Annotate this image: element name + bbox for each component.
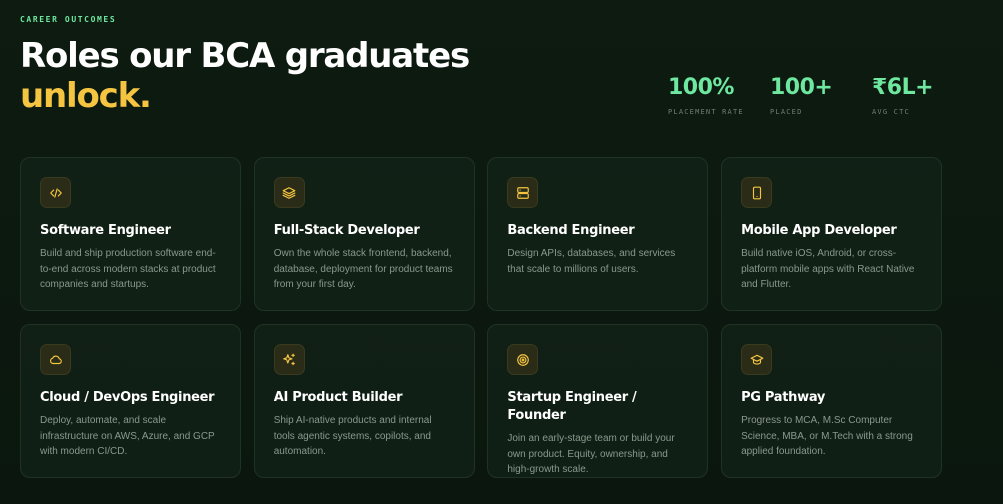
role-card-backend-engineer[interactable]: Backend Engineer Design APIs, databases,… bbox=[487, 157, 709, 311]
graduation-cap-icon bbox=[741, 344, 773, 375]
server-icon bbox=[507, 177, 539, 208]
role-description: Ship AI-native products and internal too… bbox=[273, 415, 432, 457]
smartphone-icon bbox=[741, 177, 773, 208]
role-description: Design APIs, databases, and services tha… bbox=[507, 248, 676, 275]
section-eyebrow: CAREER OUTCOMES bbox=[20, 15, 117, 24]
target-icon bbox=[507, 344, 539, 375]
role-title: AI Product Builder bbox=[273, 390, 403, 405]
role-title: Software Engineer bbox=[40, 223, 171, 238]
role-description: Deploy, automate, and scale infrastructu… bbox=[40, 415, 215, 457]
stat-value: 100% bbox=[668, 75, 734, 100]
role-title: Startup Engineer / Founder bbox=[507, 390, 637, 423]
stat-placed: 100+ PLACED bbox=[770, 74, 872, 116]
career-outcomes-section: CAREER OUTCOMES Roles our BCA graduates … bbox=[0, 0, 1003, 504]
role-description: Progress to MCA, M.Sc Computer Science, … bbox=[741, 415, 913, 457]
role-title: Full-Stack Developer bbox=[273, 223, 420, 238]
stat-value: ₹6L+ bbox=[872, 75, 934, 100]
role-title: Mobile App Developer bbox=[741, 223, 897, 238]
role-title: PG Pathway bbox=[741, 390, 826, 405]
stat-label: PLACED bbox=[770, 108, 803, 116]
role-description: Build native iOS, Android, or cross-plat… bbox=[741, 248, 915, 290]
heading-line-2: unlock. bbox=[20, 76, 152, 116]
stat-value: 100+ bbox=[770, 75, 833, 100]
code-icon bbox=[40, 177, 71, 208]
role-card-ai-product-builder[interactable]: AI Product Builder Ship AI-native produc… bbox=[253, 324, 475, 478]
sparkles-icon bbox=[273, 344, 305, 375]
stat-avg-ctc: ₹6L+ AVG CTC bbox=[872, 74, 974, 116]
stat-label: AVG CTC bbox=[872, 108, 910, 116]
roles-grid: Software Engineer Build and ship product… bbox=[20, 157, 943, 478]
role-description: Own the whole stack frontend, backend, d… bbox=[273, 248, 453, 290]
role-card-full-stack-developer[interactable]: Full-Stack Developer Own the whole stack… bbox=[253, 157, 475, 311]
role-card-pg-pathway[interactable]: PG Pathway Progress to MCA, M.Sc Compute… bbox=[721, 324, 943, 478]
layers-icon bbox=[273, 177, 305, 208]
cloud-icon bbox=[40, 344, 71, 375]
stat-label: PLACEMENT RATE bbox=[668, 108, 744, 116]
role-description: Build and ship production software end-t… bbox=[40, 248, 216, 290]
role-title: Backend Engineer bbox=[507, 223, 635, 238]
role-title: Cloud / DevOps Engineer bbox=[40, 390, 215, 405]
role-card-cloud-devops-engineer[interactable]: Cloud / DevOps Engineer Deploy, automate… bbox=[20, 324, 241, 478]
stats-row: 100% PLACEMENT RATE 100+ PLACED ₹6L+ AVG… bbox=[668, 74, 974, 116]
role-card-startup-engineer-founder[interactable]: Startup Engineer / Founder Join an early… bbox=[487, 324, 709, 478]
stat-placement-rate: 100% PLACEMENT RATE bbox=[668, 74, 770, 116]
heading-line-1: Roles our BCA graduates bbox=[20, 36, 470, 76]
role-card-software-engineer[interactable]: Software Engineer Build and ship product… bbox=[20, 157, 241, 311]
section-heading: Roles our BCA graduates unlock. bbox=[20, 36, 470, 116]
role-description: Join an early-stage team or build your o… bbox=[507, 433, 675, 475]
role-card-mobile-app-developer[interactable]: Mobile App Developer Build native iOS, A… bbox=[721, 157, 943, 311]
